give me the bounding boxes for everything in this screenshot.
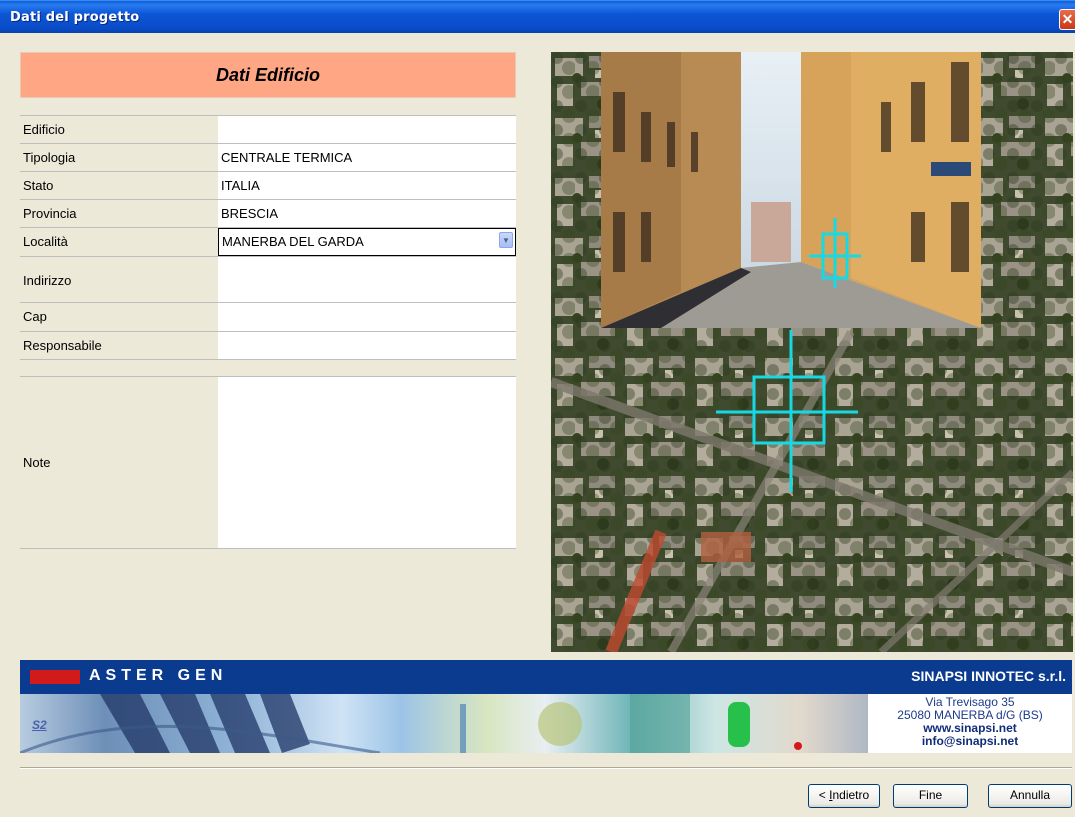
building-data-form: Dati Edificio	[20, 52, 516, 98]
field-label: Stato	[23, 178, 54, 193]
finish-button[interactable]: Fine	[893, 784, 968, 808]
product-name: ASTER GEN	[89, 667, 228, 684]
localita-select[interactable]: MANERBA DEL GARDA ▼	[218, 228, 516, 256]
row-note: Note	[20, 377, 516, 549]
field-label: Indirizzo	[23, 273, 72, 288]
stato-field[interactable]: ITALIA	[218, 172, 516, 199]
back-button[interactable]: < Indietro	[808, 784, 880, 808]
row-localita: Località MANERBA DEL GARDA ▼	[20, 228, 516, 257]
back-prefix: <	[818, 788, 830, 802]
edificio-field[interactable]	[218, 116, 516, 143]
back-label: ndietro	[832, 788, 870, 802]
field-label: Cap	[23, 309, 47, 324]
field-label: Località	[23, 234, 68, 249]
note-textarea[interactable]	[218, 377, 516, 548]
banner-artwork: S2	[20, 694, 868, 753]
form-header: Dati Edificio	[20, 52, 516, 98]
close-icon[interactable]: ✕	[1059, 9, 1075, 30]
row-stato: Stato ITALIA	[20, 172, 516, 200]
field-value: ITALIA	[221, 178, 260, 193]
responsabile-field[interactable]	[218, 332, 516, 359]
field-label: Provincia	[23, 206, 77, 221]
window-title: Dati del progetto	[10, 10, 140, 25]
street-photo-inset	[601, 52, 981, 328]
select-value: MANERBA DEL GARDA	[222, 234, 364, 249]
row-tipologia: Tipologia CENTRALE TERMICA	[20, 144, 516, 172]
building-photo	[551, 52, 1073, 652]
row-provincia: Provincia BRESCIA	[20, 200, 516, 228]
banner-bar: ASTER GEN SINAPSI INNOTEC s.r.l.	[20, 660, 1072, 694]
email-text: info@sinapsi.net	[921, 734, 1019, 748]
row-cap: Cap	[20, 303, 516, 332]
company-name: SINAPSI INNOTEC s.r.l.	[911, 668, 1066, 684]
company-address: Via Trevisago 35 25080 MANERBA d/G (BS) …	[868, 694, 1072, 753]
cap-field[interactable]	[218, 303, 516, 331]
provincia-field[interactable]: BRESCIA	[218, 200, 516, 227]
brand-accent	[30, 670, 80, 684]
form-title: Dati Edificio	[215, 64, 320, 85]
tipologia-field[interactable]: CENTRALE TERMICA	[218, 144, 516, 171]
cancel-button[interactable]: Annulla	[988, 784, 1072, 808]
field-label: Edificio	[23, 122, 65, 137]
field-value: BRESCIA	[221, 206, 279, 221]
row-indirizzo: Indirizzo	[20, 257, 516, 303]
field-label: Note	[23, 455, 51, 470]
row-responsabile: Responsabile	[20, 332, 516, 360]
indirizzo-field[interactable]	[218, 257, 516, 302]
field-label: Responsabile	[23, 338, 102, 353]
window-titlebar[interactable]: Dati del progetto ✕	[0, 0, 1075, 33]
chevron-down-icon[interactable]: ▼	[499, 232, 513, 248]
brand-logo: S2	[32, 718, 47, 732]
row-edificio: Edificio	[20, 116, 516, 144]
company-banner: ASTER GEN SINAPSI INNOTEC s.r.l. S2 Via …	[20, 660, 1072, 753]
field-label: Tipologia	[23, 150, 76, 165]
field-value: CENTRALE TERMICA	[221, 150, 353, 165]
footer-separator	[20, 767, 1072, 769]
